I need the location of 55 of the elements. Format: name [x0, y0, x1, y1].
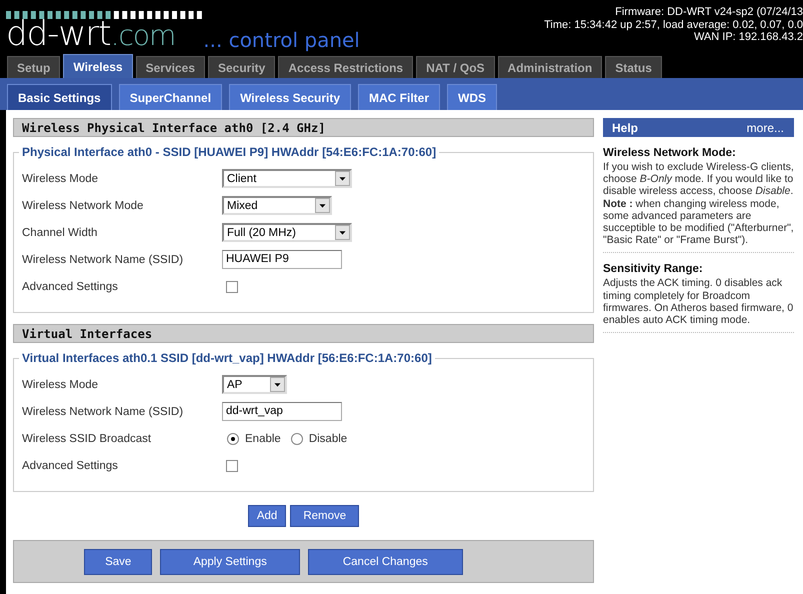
sub-tab[interactable]: WDS	[447, 84, 498, 110]
sub-tab[interactable]: MAC Filter	[358, 84, 440, 110]
radio-button[interactable]	[290, 432, 303, 444]
help-heading: Wireless Network Mode:	[603, 147, 737, 159]
status-text: Time: 15:34:42 up 2:57, load average: 0.02, 0.07, 0.0	[544, 18, 803, 31]
nav-tab[interactable]: Wireless	[63, 54, 133, 78]
nav-tab[interactable]: Administration	[498, 56, 602, 78]
dropdown[interactable]: Mixed	[222, 196, 332, 215]
help-text: Adjusts the ACK timing. 0 disables ack timing completely for Broadcom firmwares. On Atheros based firmware, 0 enables auto ACK timing mode.	[603, 277, 794, 326]
fieldset-legend: Physical Interface ath0 - SSID [HUAWEI P9] HWAddr [54:E6:FC:1A:70:60]	[19, 145, 440, 159]
help-heading: Sensitivity Range:	[603, 263, 704, 276]
field-label: Advanced Settings	[22, 280, 119, 292]
sub-tab[interactable]: Basic Settings	[7, 84, 112, 110]
more-link[interactable]: more...	[746, 120, 784, 134]
section-header: Wireless Physical Interface ath0 [2.4 GHz]	[13, 118, 594, 137]
interface-button[interactable]: Add	[248, 505, 286, 527]
footer-button[interactable]: Apply Settings	[160, 548, 300, 574]
field-label: Channel Width	[22, 226, 98, 238]
radio-label: Disable	[308, 432, 348, 444]
dropdown[interactable]: Full (20 MHz)	[222, 223, 352, 242]
logo: dd-wrt.com	[6, 19, 176, 51]
help-text: If you wish to exclude Wireless-G clients, choose B-Only mode. If you would like to disable wireless access, choose Disable.	[603, 161, 794, 198]
field-label: Wireless SSID Broadcast	[22, 432, 152, 444]
field-label: Wireless Mode	[22, 172, 100, 184]
field-label: Wireless Network Name (SSID)	[22, 406, 184, 418]
input-field[interactable]: HUAWEI P9	[222, 250, 342, 269]
status-text: Firmware: DD-WRT v24-sp2 (07/24/13	[615, 6, 803, 18]
radio-label: Enable	[245, 432, 281, 444]
fieldset-legend: Virtual Interfaces ath0.1 SSID [dd-wrt_vap] HWAddr [56:E6:FC:1A:70:60]	[19, 351, 435, 365]
help-text: Note : when changing wireless mode, some advanced parameters are succeptible to be modified ("Afterburner", "Basic Rate" or "Frame Burst").	[603, 198, 794, 246]
sub-tab[interactable]: SuperChannel	[118, 84, 222, 110]
dropdown[interactable]: Client	[222, 169, 352, 188]
field-label: Wireless Network Mode	[22, 200, 144, 212]
nav-tab[interactable]: Security	[208, 56, 276, 78]
input-field[interactable]: dd-wrt_vap	[222, 402, 342, 421]
dropdown[interactable]: AP	[222, 375, 287, 394]
tagline: ... control panel	[203, 29, 360, 51]
field-label: Wireless Network Name (SSID)	[22, 254, 184, 266]
help-title: Help	[612, 120, 638, 134]
field-label: Advanced Settings	[22, 460, 119, 472]
interface-button[interactable]: Remove	[290, 505, 360, 527]
field-label: Wireless Mode	[22, 378, 100, 390]
footer-button[interactable]: Cancel Changes	[308, 548, 463, 574]
nav-tab[interactable]: Status	[605, 56, 662, 78]
checkbox[interactable]	[226, 280, 238, 292]
sub-tab[interactable]: Wireless Security	[229, 84, 352, 110]
nav-tab[interactable]: NAT / QoS	[416, 56, 495, 78]
section-header: Virtual Interfaces	[13, 324, 594, 343]
radio-button[interactable]	[227, 432, 239, 444]
status-text: WAN IP: 192.168.43.2	[694, 31, 803, 44]
nav-tab[interactable]: Access Restrictions	[278, 56, 414, 78]
nav-tab[interactable]: Services	[136, 56, 205, 78]
footer-button[interactable]: Save	[84, 548, 152, 574]
checkbox[interactable]	[226, 460, 238, 472]
nav-tab[interactable]: Setup	[7, 56, 60, 78]
